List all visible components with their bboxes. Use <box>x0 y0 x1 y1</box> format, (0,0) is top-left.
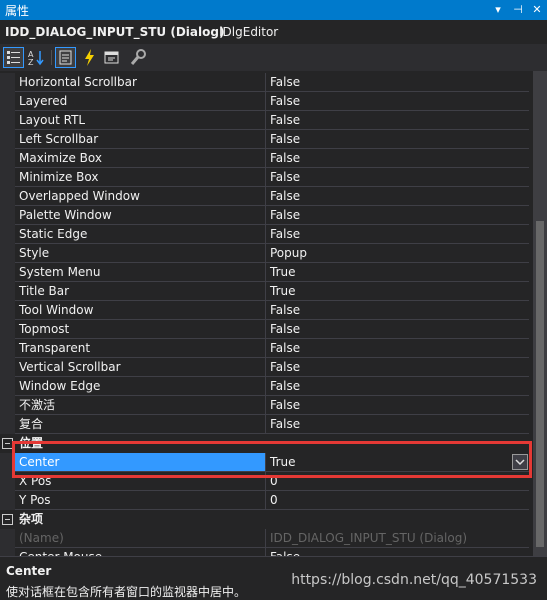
property-row[interactable]: Style Popup <box>0 244 533 263</box>
property-name: 不激活 <box>15 396 265 415</box>
close-icon[interactable]: ✕ <box>529 1 545 18</box>
categorized-icon[interactable] <box>3 47 24 68</box>
property-name: System Menu <box>15 263 265 282</box>
scrollbar-thumb[interactable] <box>536 221 544 547</box>
property-row[interactable]: Maximize Box False <box>0 149 533 168</box>
collapse-icon[interactable] <box>2 514 13 525</box>
property-value[interactable]: False <box>265 149 529 168</box>
svg-text:Z: Z <box>28 58 34 67</box>
property-value[interactable]: False <box>265 320 529 339</box>
property-value[interactable]: 0 <box>265 491 529 510</box>
property-row[interactable]: Left Scrollbar False <box>0 130 533 149</box>
property-value[interactable]: False <box>265 396 529 415</box>
property-value[interactable]: False <box>265 130 529 149</box>
property-row[interactable]: Vertical Scrollbar False <box>0 358 533 377</box>
property-value[interactable]: True <box>265 282 529 301</box>
description-text: 使对话框在包含所有者窗口的监视器中居中。 <box>6 585 247 599</box>
properties-icon[interactable] <box>55 47 76 68</box>
property-name: Center Mouse <box>15 548 265 556</box>
property-name: Tool Window <box>15 301 265 320</box>
property-name: Topmost <box>15 320 265 339</box>
object-type: IDlgEditor <box>219 25 279 39</box>
category-misc[interactable]: 杂项 <box>0 510 533 529</box>
property-value[interactable]: False <box>265 73 529 92</box>
property-name: Layout RTL <box>15 111 265 130</box>
property-value: IDD_DIALOG_INPUT_STU (Dialog) <box>265 529 529 548</box>
property-row[interactable]: 不激活 False <box>0 396 533 415</box>
pin-icon[interactable]: ⊣ <box>510 1 526 18</box>
object-name: IDD_DIALOG_INPUT_STU (Dialog) <box>5 25 225 39</box>
property-value[interactable]: False <box>265 377 529 396</box>
annotation-highlight-box <box>12 441 532 478</box>
alphabetical-icon[interactable]: AZ <box>26 47 47 68</box>
properties-title-bar: 属性 ▾ ⊣ ✕ <box>0 0 547 20</box>
property-name: Left Scrollbar <box>15 130 265 149</box>
property-row[interactable]: Layered False <box>0 92 533 111</box>
property-grid: Horizontal Scrollbar False Layered False L… <box>0 71 533 556</box>
property-value[interactable]: False <box>265 187 529 206</box>
property-name: Horizontal Scrollbar <box>15 73 265 92</box>
property-row[interactable]: Center MouseFalse <box>0 548 533 556</box>
property-row[interactable]: Transparent False <box>0 339 533 358</box>
properties-toolbar: AZ <box>0 44 547 71</box>
property-value[interactable]: False <box>265 206 529 225</box>
property-value[interactable]: False <box>265 415 529 434</box>
property-value[interactable]: False <box>265 92 529 111</box>
property-pages-icon[interactable] <box>128 47 149 68</box>
property-row[interactable]: Topmost False <box>0 320 533 339</box>
property-name: Static Edge <box>15 225 265 244</box>
property-value[interactable]: False <box>265 358 529 377</box>
property-value[interactable]: False <box>265 225 529 244</box>
property-name: Y Pos <box>15 491 265 510</box>
property-name: Minimize Box <box>15 168 265 187</box>
property-row[interactable]: Layout RTL False <box>0 111 533 130</box>
dropdown-arrow-icon[interactable]: ▾ <box>490 1 506 18</box>
property-name: Overlapped Window <box>15 187 265 206</box>
property-row[interactable]: Minimize Box False <box>0 168 533 187</box>
window-title: 属性 <box>5 4 30 18</box>
property-name: (Name) <box>15 529 265 548</box>
property-name: Vertical Scrollbar <box>15 358 265 377</box>
property-name: Maximize Box <box>15 149 265 168</box>
property-row[interactable]: System Menu True <box>0 263 533 282</box>
category-label: 杂项 <box>19 512 44 526</box>
property-value[interactable]: False <box>265 301 529 320</box>
property-name: 复合 <box>15 415 265 434</box>
property-row[interactable]: Tool Window False <box>0 301 533 320</box>
property-value[interactable]: Popup <box>265 244 529 263</box>
watermark: https://blog.csdn.net/qq_40571533 <box>291 572 537 588</box>
property-row[interactable]: (Name) IDD_DIALOG_INPUT_STU (Dialog) <box>0 529 533 548</box>
property-name: Layered <box>15 92 265 111</box>
vertical-scrollbar[interactable] <box>533 71 547 556</box>
property-row[interactable]: Overlapped Window False <box>0 187 533 206</box>
property-name: Style <box>15 244 265 263</box>
property-value[interactable]: False <box>265 111 529 130</box>
property-row[interactable]: Palette Window False <box>0 206 533 225</box>
property-value[interactable]: False <box>265 168 529 187</box>
description-title: Center <box>6 564 52 578</box>
property-row[interactable]: Y Pos 0 <box>0 491 533 510</box>
property-row[interactable]: 复合 False <box>0 415 533 434</box>
property-name: Transparent <box>15 339 265 358</box>
events-icon[interactable] <box>79 47 100 68</box>
property-name: Window Edge <box>15 377 265 396</box>
property-value[interactable]: True <box>265 263 529 282</box>
property-row[interactable]: Window Edge False <box>0 377 533 396</box>
property-row[interactable]: Static Edge False <box>0 225 533 244</box>
object-selector[interactable]: IDD_DIALOG_INPUT_STU (Dialog) IDlgEditor <box>0 20 547 44</box>
property-name: Title Bar <box>15 282 265 301</box>
property-value[interactable]: False <box>265 548 529 556</box>
messages-icon[interactable] <box>101 47 122 68</box>
property-value[interactable]: False <box>265 339 529 358</box>
property-row[interactable]: Horizontal Scrollbar False <box>0 73 533 92</box>
property-name: Palette Window <box>15 206 265 225</box>
property-row[interactable]: Title Bar True <box>0 282 533 301</box>
